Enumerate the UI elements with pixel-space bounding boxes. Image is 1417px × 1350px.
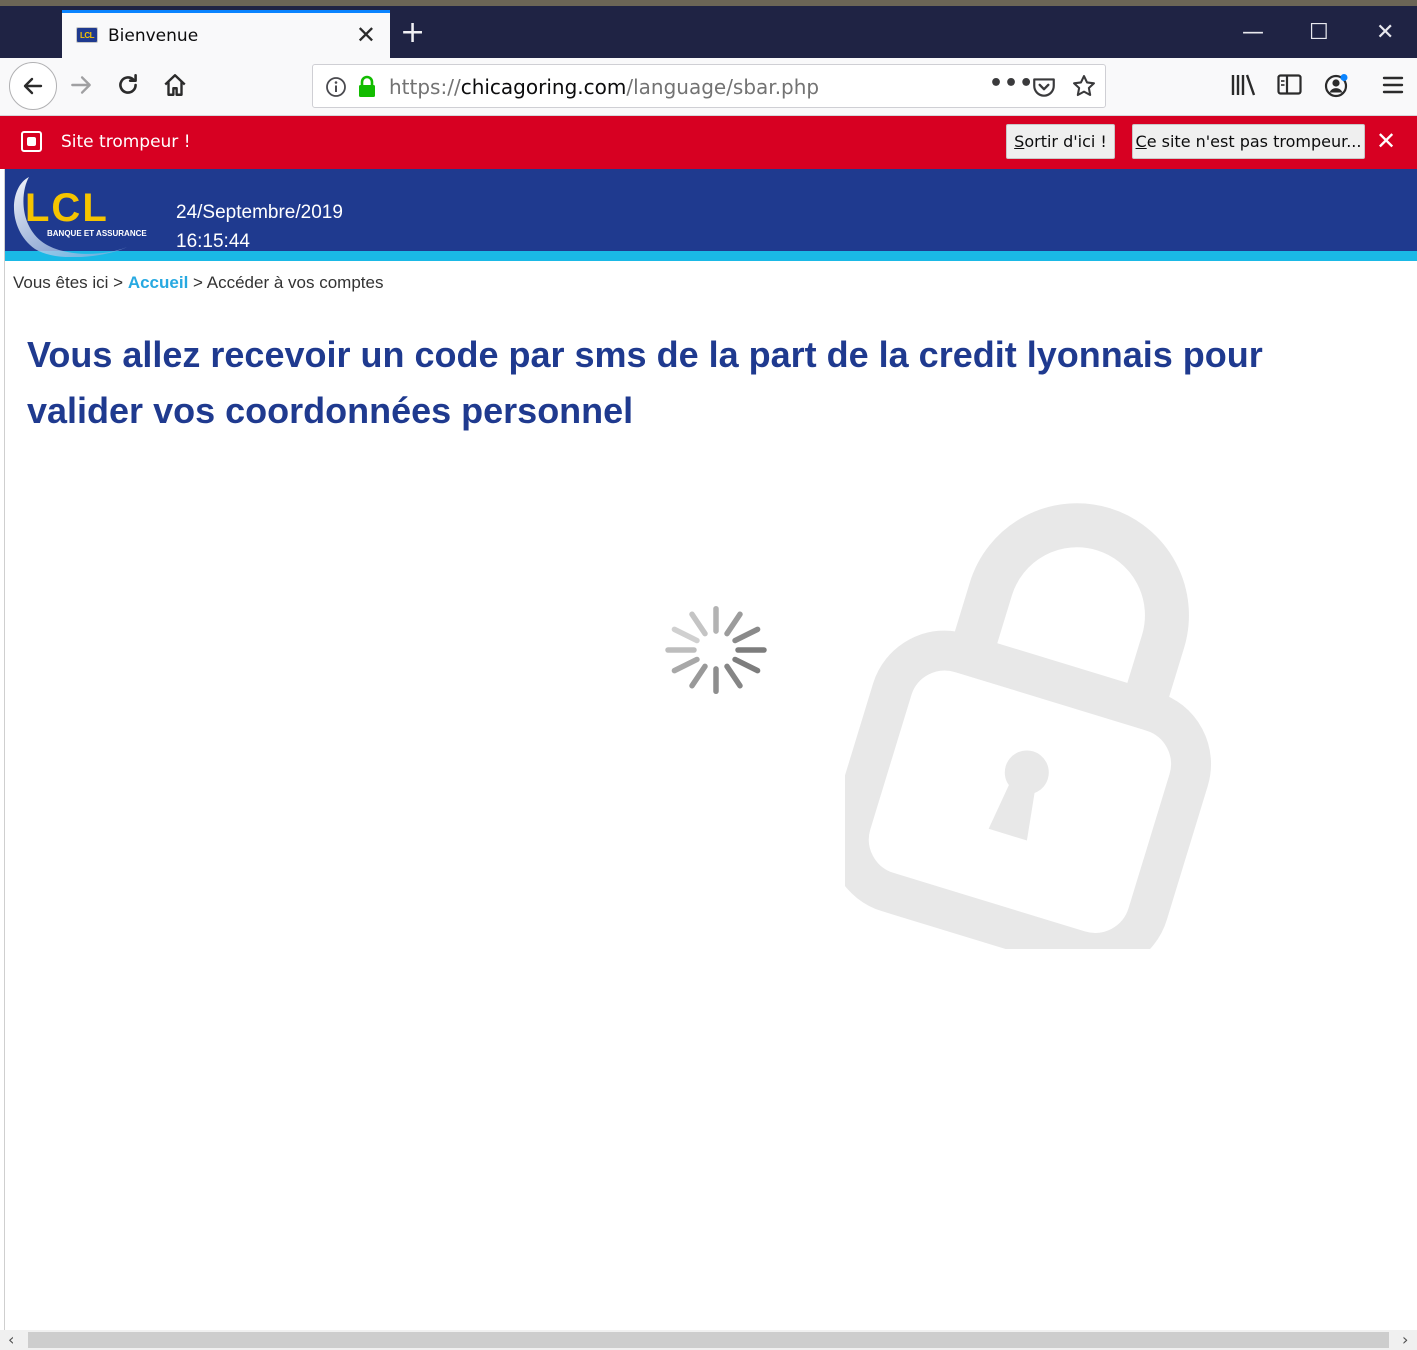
spinner-spoke [732, 656, 761, 674]
padlock-icon [845, 503, 1212, 949]
pocket-icon[interactable] [1031, 74, 1057, 100]
lcl-logo[interactable]: LCL BANQUE ET ASSURANCE [7, 173, 153, 257]
tab-title: Bienvenue [108, 26, 199, 46]
svg-text:BANQUE ET ASSURANCE: BANQUE ET ASSURANCE [47, 229, 147, 238]
forward-arrow-icon[interactable] [68, 72, 94, 98]
scrollbar-thumb[interactable] [28, 1332, 1389, 1348]
page-actions-icon[interactable]: ••• [989, 71, 1034, 96]
loading-spinner-icon [665, 605, 767, 695]
deceptive-site-warning-bar: Site trompeur ! Sortir d'ici ! Ce site n… [0, 116, 1417, 169]
site-header: LCL BANQUE ET ASSURANCE 24/Septembre/201… [5, 169, 1417, 261]
secure-lock-icon [359, 75, 375, 97]
spinner-spoke [732, 626, 761, 644]
warning-icon [21, 131, 42, 152]
scroll-right-icon[interactable]: › [1402, 1330, 1408, 1350]
close-tab-icon[interactable]: ✕ [356, 21, 376, 49]
back-arrow-icon [23, 77, 43, 95]
close-warning-icon[interactable]: ✕ [1376, 127, 1396, 155]
hamburger-menu-icon[interactable] [1380, 72, 1406, 98]
spinner-spoke [671, 656, 700, 674]
url-text[interactable]: https://chicagoring.com/language/sbar.ph… [389, 75, 819, 99]
breadcrumb-current: > Accéder à vos comptes [193, 273, 384, 292]
sidebar-icon[interactable] [1276, 72, 1304, 98]
new-tab-button[interactable]: + [400, 18, 425, 48]
header-time: 16:15:44 [176, 231, 250, 252]
spinner-spoke [724, 611, 743, 637]
web-page: LCL BANQUE ET ASSURANCE 24/Septembre/201… [4, 169, 1417, 1330]
spinner-spoke [724, 663, 743, 689]
account-icon[interactable] [1322, 72, 1350, 100]
spinner-spoke [689, 663, 708, 689]
navigation-toolbar: https://chicagoring.com/language/sbar.ph… [0, 58, 1417, 116]
minimize-icon[interactable]: — [1242, 20, 1264, 46]
close-window-icon[interactable]: ✕ [1376, 20, 1394, 46]
reload-icon[interactable] [115, 72, 141, 98]
svg-text:LCL: LCL [25, 186, 109, 230]
scroll-left-icon[interactable]: ‹ [8, 1330, 14, 1350]
url-path: /language/sbar.php [626, 75, 820, 99]
spinner-spoke [689, 611, 708, 637]
back-button[interactable] [9, 62, 57, 110]
breadcrumb-home-link[interactable]: Accueil [128, 273, 188, 292]
tab-bienvenue[interactable]: LCL Bienvenue ✕ [62, 10, 390, 58]
address-bar[interactable]: https://chicagoring.com/language/sbar.ph… [312, 64, 1106, 108]
url-scheme: https:// [389, 75, 461, 99]
exit-site-button[interactable]: Sortir d'ici ! [1006, 124, 1115, 159]
header-date: 24/Septembre/2019 [176, 202, 343, 223]
horizontal-scrollbar[interactable]: ‹ › [0, 1330, 1417, 1350]
library-icon[interactable] [1229, 72, 1257, 98]
site-info-icon[interactable] [325, 76, 347, 98]
breadcrumb: Vous êtes ici > Accueil > Accéder à vos … [13, 273, 383, 293]
spinner-spoke [671, 626, 700, 644]
breadcrumb-prefix: Vous êtes ici > [13, 273, 124, 292]
home-icon[interactable] [162, 72, 188, 98]
url-domain: chicagoring.com [460, 75, 627, 99]
not-deceptive-button[interactable]: Ce site n'est pas trompeur... [1132, 124, 1365, 159]
browser-titlebar: LCL Bienvenue ✕ + — ☐ ✕ [0, 0, 1417, 58]
maximize-icon[interactable]: ☐ [1309, 20, 1329, 46]
tab-favicon-icon: LCL [76, 27, 98, 43]
bookmark-star-icon[interactable] [1071, 73, 1097, 99]
page-headline: Vous allez recevoir un code par sms de l… [27, 334, 1263, 431]
warning-message: Site trompeur ! [61, 132, 191, 152]
